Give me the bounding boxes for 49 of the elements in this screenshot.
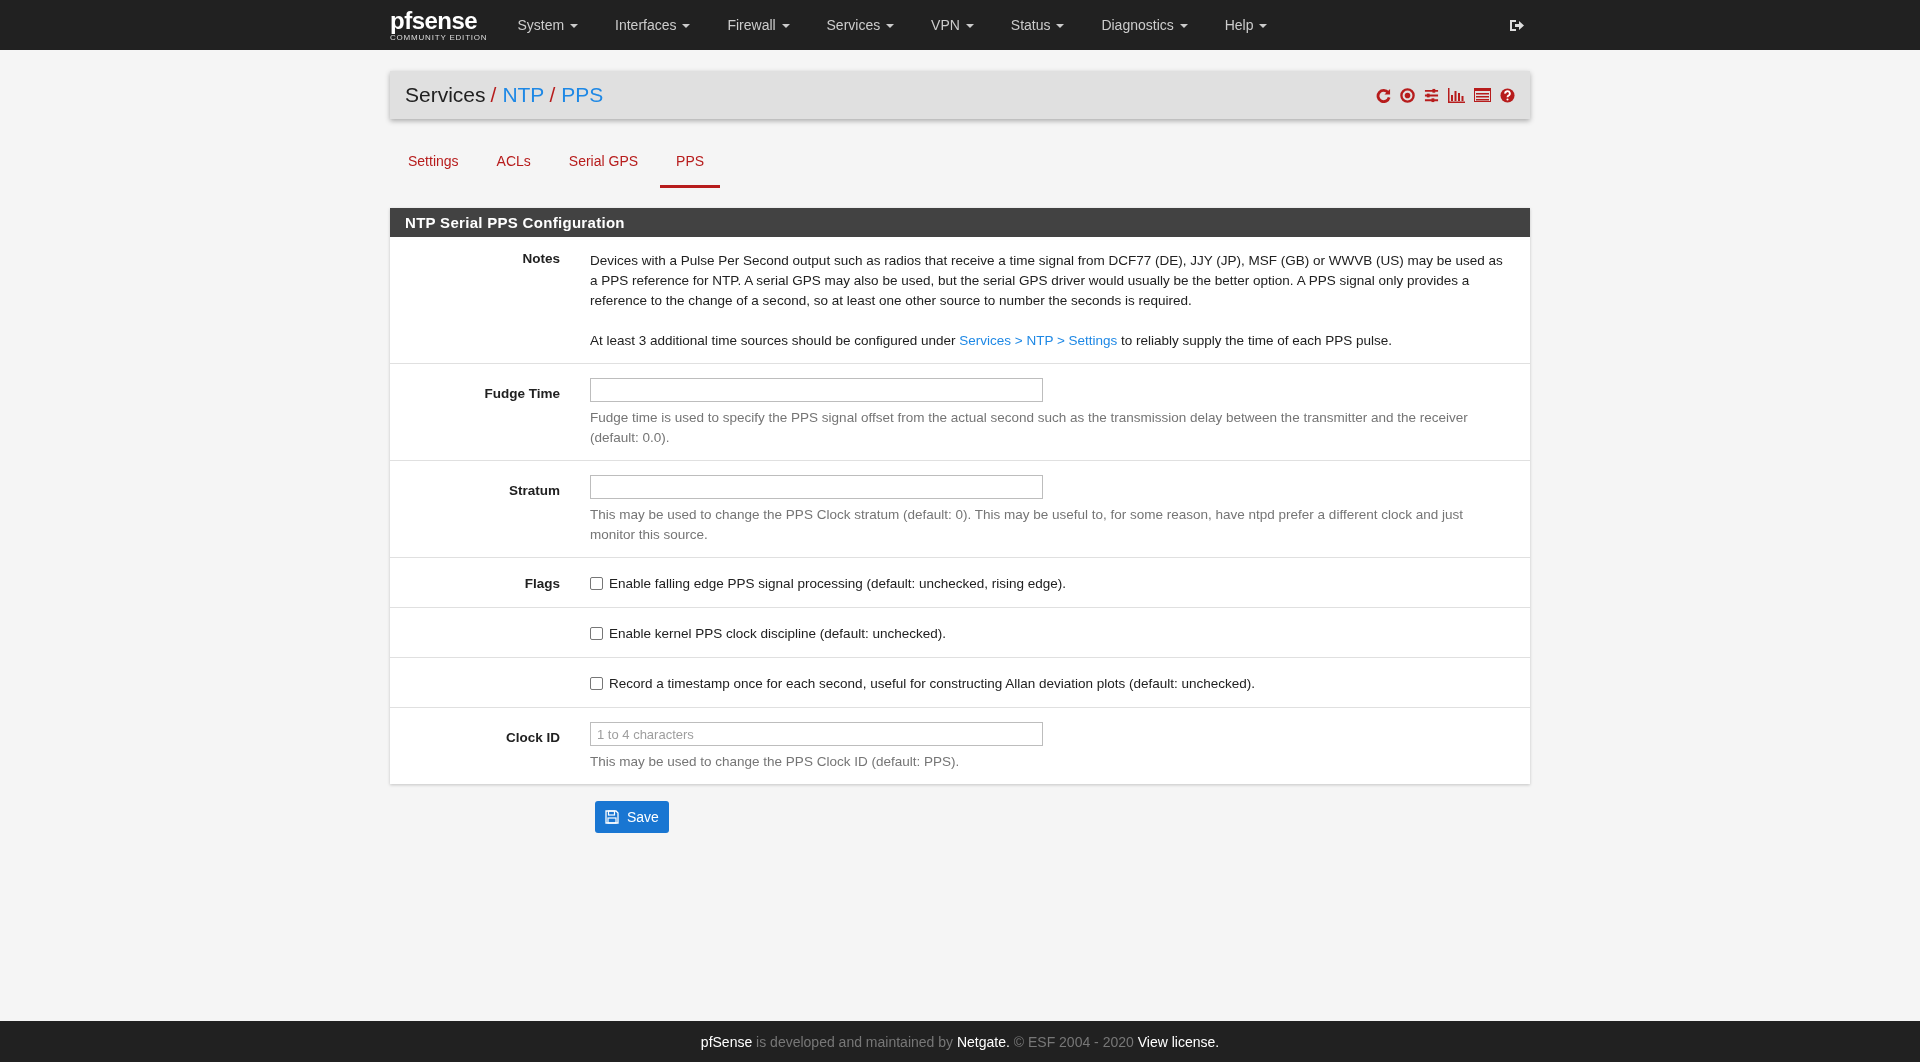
breadcrumb-separator: / (549, 83, 556, 107)
settings-link[interactable]: Services > NTP > Settings (959, 333, 1118, 348)
nav-menu[interactable]: VPN (915, 17, 990, 33)
field-label: Clock ID (505, 729, 561, 747)
log-list-icon[interactable] (1474, 88, 1491, 102)
save-button[interactable]: Save (595, 801, 669, 833)
tab[interactable]: PPS (660, 133, 721, 188)
netgate-link[interactable]: Netgate. (956, 1033, 1010, 1050)
notes-paragraph: At least 3 additional time sources should be configured under Services > NTP > Settings to reliably supply the time of each PPS pulse. (590, 332, 1393, 350)
breadcrumb-separator: / (490, 83, 497, 107)
reload-icon[interactable] (1376, 87, 1391, 103)
checkbox[interactable] (590, 677, 603, 690)
license-link[interactable]: View license. (1137, 1033, 1220, 1050)
sliders-icon[interactable] (1424, 87, 1439, 103)
help-text: This may be used to change the PPS Clock ID (default: PPS). (590, 753, 961, 771)
logo[interactable]: pfsense COMMUNITY EDITION (390, 8, 488, 42)
footer-text: pfSense is developed and maintained by Netgate. © ESF 2004 - 2020 View license. (700, 1033, 1220, 1050)
nav-menu[interactable]: Status (994, 17, 1081, 33)
field-label: Notes (521, 251, 561, 268)
field-label: Fudge Time (483, 385, 561, 403)
field-label: Stratum (508, 482, 561, 500)
nav-menu[interactable]: Firewall (711, 17, 806, 33)
checkbox[interactable] (590, 577, 603, 590)
tab[interactable]: Serial GPS (552, 133, 655, 188)
input-field[interactable]: 1 to 4 characters (590, 722, 1043, 746)
nav-menu[interactable]: Diagnostics (1085, 17, 1204, 33)
checkbox-label: Enable kernel PPS clock discipline (default: unchecked). (609, 626, 946, 641)
bar-chart-icon[interactable] (1448, 87, 1465, 103)
help-text: Fudge time is used to specify the PPS signal offset from the actual second such as the transmission delay between the transmitter and the receiver (default: 0.0). (590, 409, 1469, 447)
stop-icon[interactable] (1400, 87, 1415, 103)
field-label: Flags (524, 576, 560, 591)
panel-title: NTP Serial PPS Configuration (390, 208, 1530, 237)
help-icon[interactable] (1500, 87, 1515, 103)
checkbox-label: Record a timestamp once for each second, useful for constructing Allan deviation plots (default: unchecked). (609, 676, 1256, 691)
tab[interactable]: ACLs (480, 133, 547, 188)
nav-menu[interactable]: Interfaces (599, 17, 707, 33)
breadcrumb-text: Services (405, 83, 486, 107)
notes-paragraph: Devices with a Pulse Per Second output such as radios that receive a time signal from DCF77 (DE), JJY (JP), MSF (GB) or WWVB (US) may be used as a PPS reference for NTP. A serial GPS may also be used, but the serial GPS driver would usually be the better option. A PPS signal only provides a reference to the change of a second, so at least one other source to number the seconds is required. (590, 252, 1504, 310)
logout-icon[interactable] (1510, 18, 1524, 32)
nav-menu[interactable]: System (501, 17, 595, 33)
checkbox-label: Enable falling edge PPS signal processing (default: unchecked, rising edge). (609, 576, 1067, 591)
help-text: This may be used to change the PPS Clock stratum (default: 0). This may be useful to, for some reason, have ntpd prefer a different clock and just monitor this source. (590, 506, 1464, 544)
logo-brand: pfsense (390, 8, 478, 33)
checkbox[interactable] (590, 627, 603, 640)
input-field[interactable] (590, 378, 1043, 402)
nav-menu[interactable]: Services (810, 17, 911, 33)
tab[interactable]: Settings (392, 133, 475, 188)
nav-menu[interactable]: Help (1208, 17, 1284, 33)
input-field[interactable] (590, 475, 1043, 499)
